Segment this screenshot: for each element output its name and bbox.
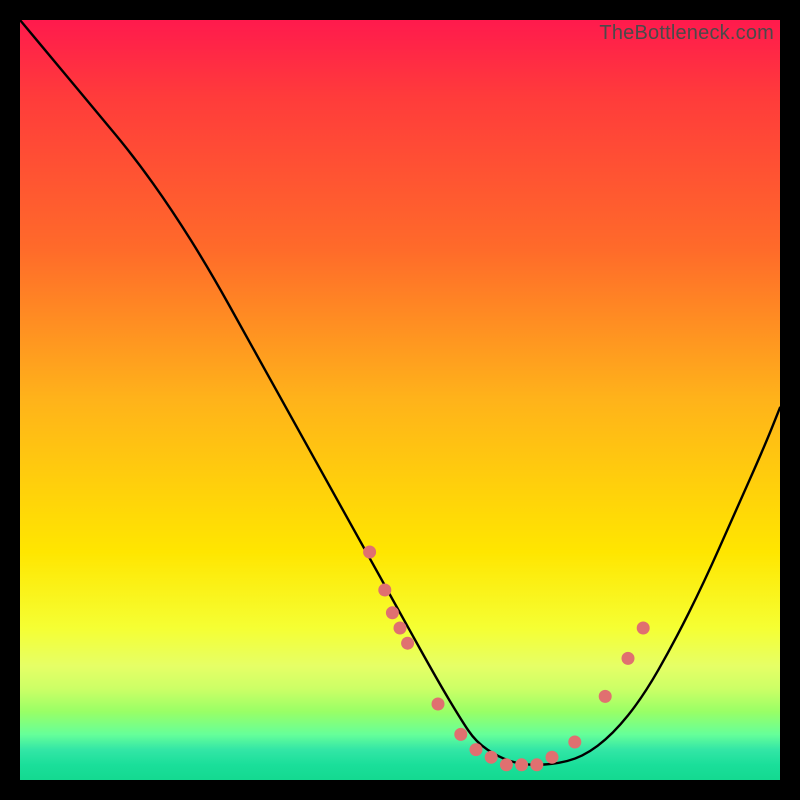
highlight-point	[485, 751, 498, 764]
highlight-point	[378, 584, 391, 597]
highlight-point	[530, 758, 543, 771]
highlight-point	[546, 751, 559, 764]
highlight-point	[599, 690, 612, 703]
highlight-point	[363, 546, 376, 559]
chart-frame: TheBottleneck.com	[20, 20, 780, 780]
highlight-point	[386, 606, 399, 619]
highlight-point	[454, 728, 467, 741]
highlight-point	[637, 622, 650, 635]
highlight-point	[515, 758, 528, 771]
highlight-point	[500, 758, 513, 771]
highlight-point	[401, 637, 414, 650]
highlight-point	[394, 622, 407, 635]
watermark-text: TheBottleneck.com	[599, 22, 774, 45]
highlight-point	[622, 652, 635, 665]
highlight-point	[432, 698, 445, 711]
highlight-point	[470, 743, 483, 756]
highlight-point	[568, 736, 581, 749]
bottleneck-curve	[20, 20, 780, 765]
bottleneck-curve-svg	[20, 20, 780, 780]
